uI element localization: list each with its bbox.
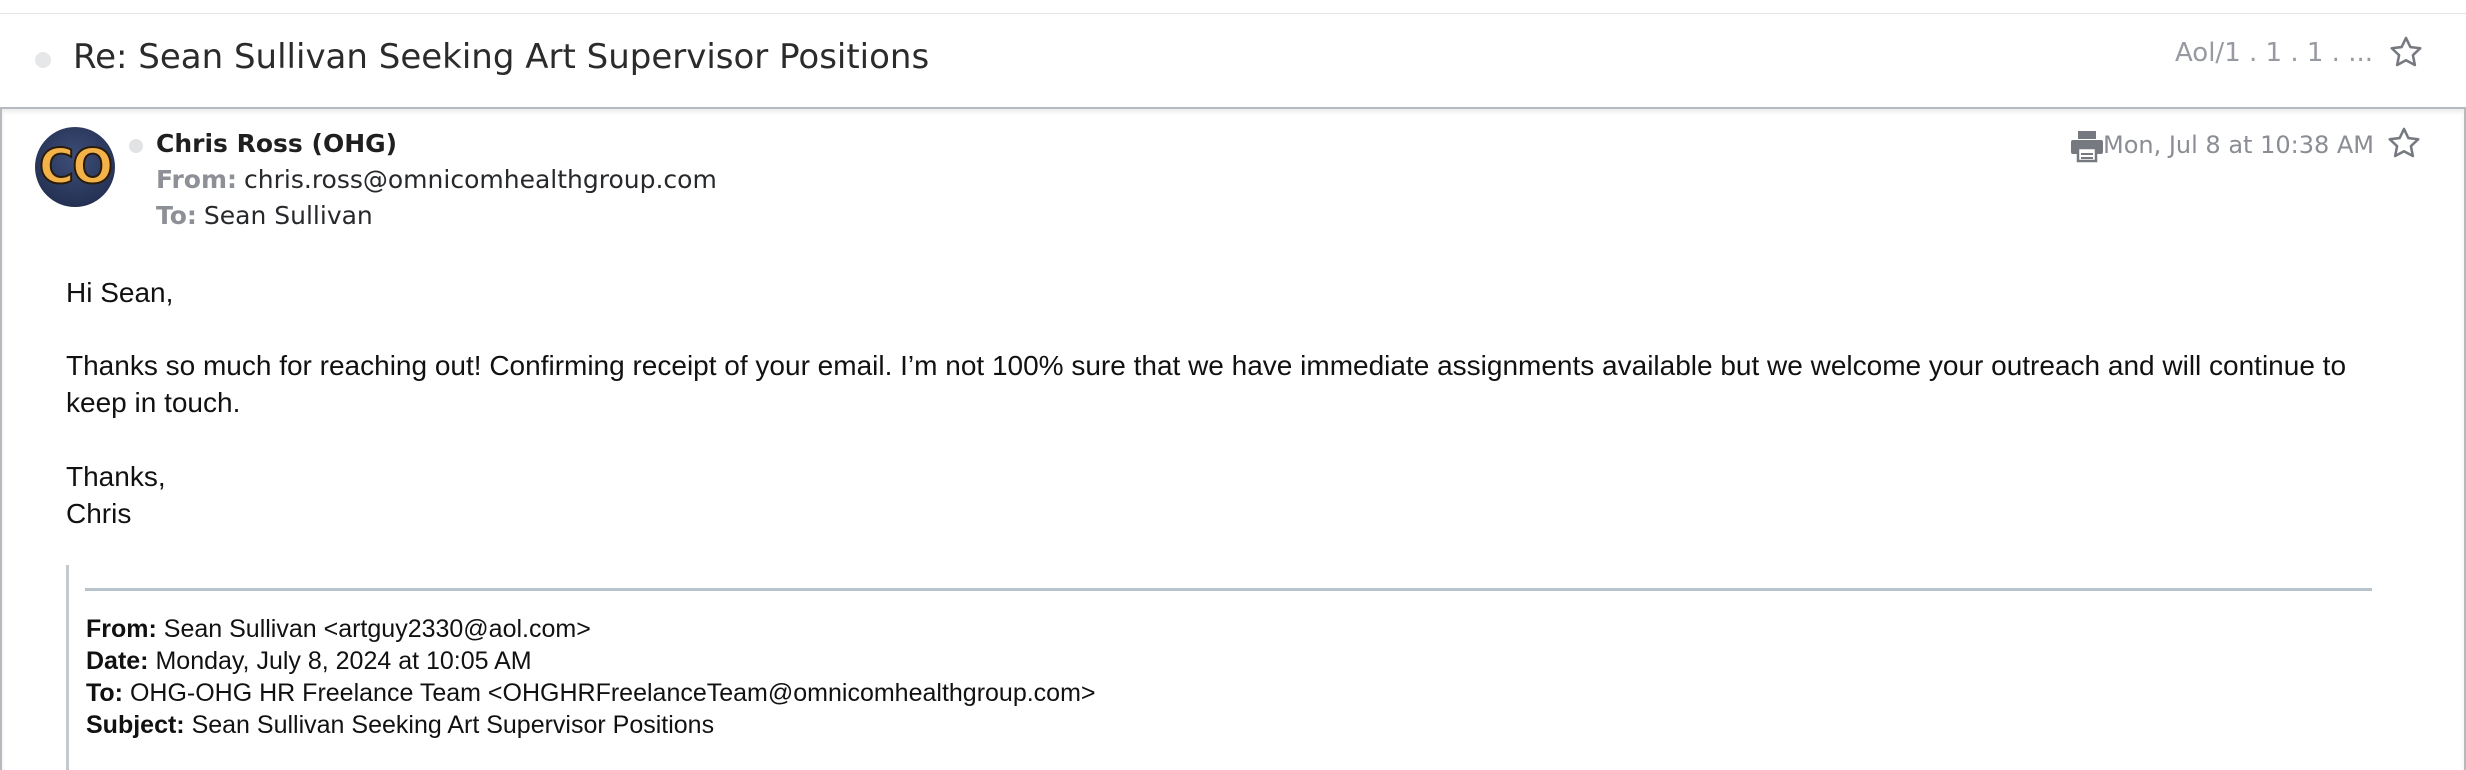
quoted-subject: Subject: Sean Sullivan Seeking Art Super… [86, 711, 714, 740]
from-email[interactable]: chris.ross@omnicomhealthgroup.com [244, 165, 717, 194]
to-line: To: Sean Sullivan [156, 201, 373, 230]
quote-divider [85, 588, 2372, 591]
printer-icon[interactable] [2069, 129, 2105, 163]
quoted-date-value: Monday, July 8, 2024 at 10:05 AM [155, 647, 532, 675]
quoted-to-value: OHG-OHG HR Freelance Team <OHGHRFreelanc… [129, 679, 1096, 707]
sender-status-dot [129, 139, 143, 153]
sender-name[interactable]: Chris Ross (OHG) [156, 129, 397, 158]
quoted-subject-label: Subject: [86, 711, 185, 739]
quoted-to: To: OHG-OHG HR Freelance Team <OHGHRFree… [86, 679, 1096, 708]
unread-indicator-dot[interactable] [35, 52, 51, 68]
quoted-to-label: To: [86, 679, 124, 707]
quoted-from: From: Sean Sullivan <artguy2330@aol.com> [86, 615, 591, 644]
thread-header: Re: Sean Sullivan Seeking Art Supervisor… [0, 14, 2466, 108]
avatar[interactable]: CO [35, 127, 115, 207]
body-signature: Chris [66, 498, 132, 529]
top-strip [0, 0, 2466, 14]
message-date: Mon, Jul 8 at 10:38 AM [2102, 131, 2374, 159]
email-viewer: Re: Sean Sullivan Seeking Art Supervisor… [0, 0, 2466, 770]
from-line: From: chris.ross@omnicomhealthgroup.com [156, 165, 717, 194]
to-label: To: [156, 201, 197, 230]
thread-subject: Re: Sean Sullivan Seeking Art Supervisor… [73, 37, 930, 77]
body-greeting: Hi Sean, [66, 277, 174, 308]
quoted-from-value: Sean Sullivan <artguy2330@aol.com> [163, 615, 591, 643]
body-signoff: Thanks, [66, 461, 166, 492]
quoted-message: From: Sean Sullivan <artguy2330@aol.com>… [66, 565, 2372, 770]
avatar-initials: CO [38, 138, 114, 196]
star-icon[interactable] [2388, 34, 2424, 70]
quoted-subject-value: Sean Sullivan Seeking Art Supervisor Pos… [191, 711, 715, 739]
star-icon[interactable] [2386, 125, 2422, 161]
to-recipient[interactable]: Sean Sullivan [204, 201, 373, 230]
quoted-from-label: From: [86, 615, 157, 643]
from-label: From: [156, 165, 238, 194]
quoted-date-label: Date: [86, 647, 149, 675]
quoted-date: Date: Monday, July 8, 2024 at 10:05 AM [86, 647, 532, 676]
message-card: CO Chris Ross (OHG) From: chris.ross@omni… [0, 107, 2466, 770]
folder-path[interactable]: Aol/1 . 1 . 1 . ... [2175, 38, 2373, 68]
body-paragraph: Thanks so much for reaching out! Confirm… [66, 350, 2347, 418]
